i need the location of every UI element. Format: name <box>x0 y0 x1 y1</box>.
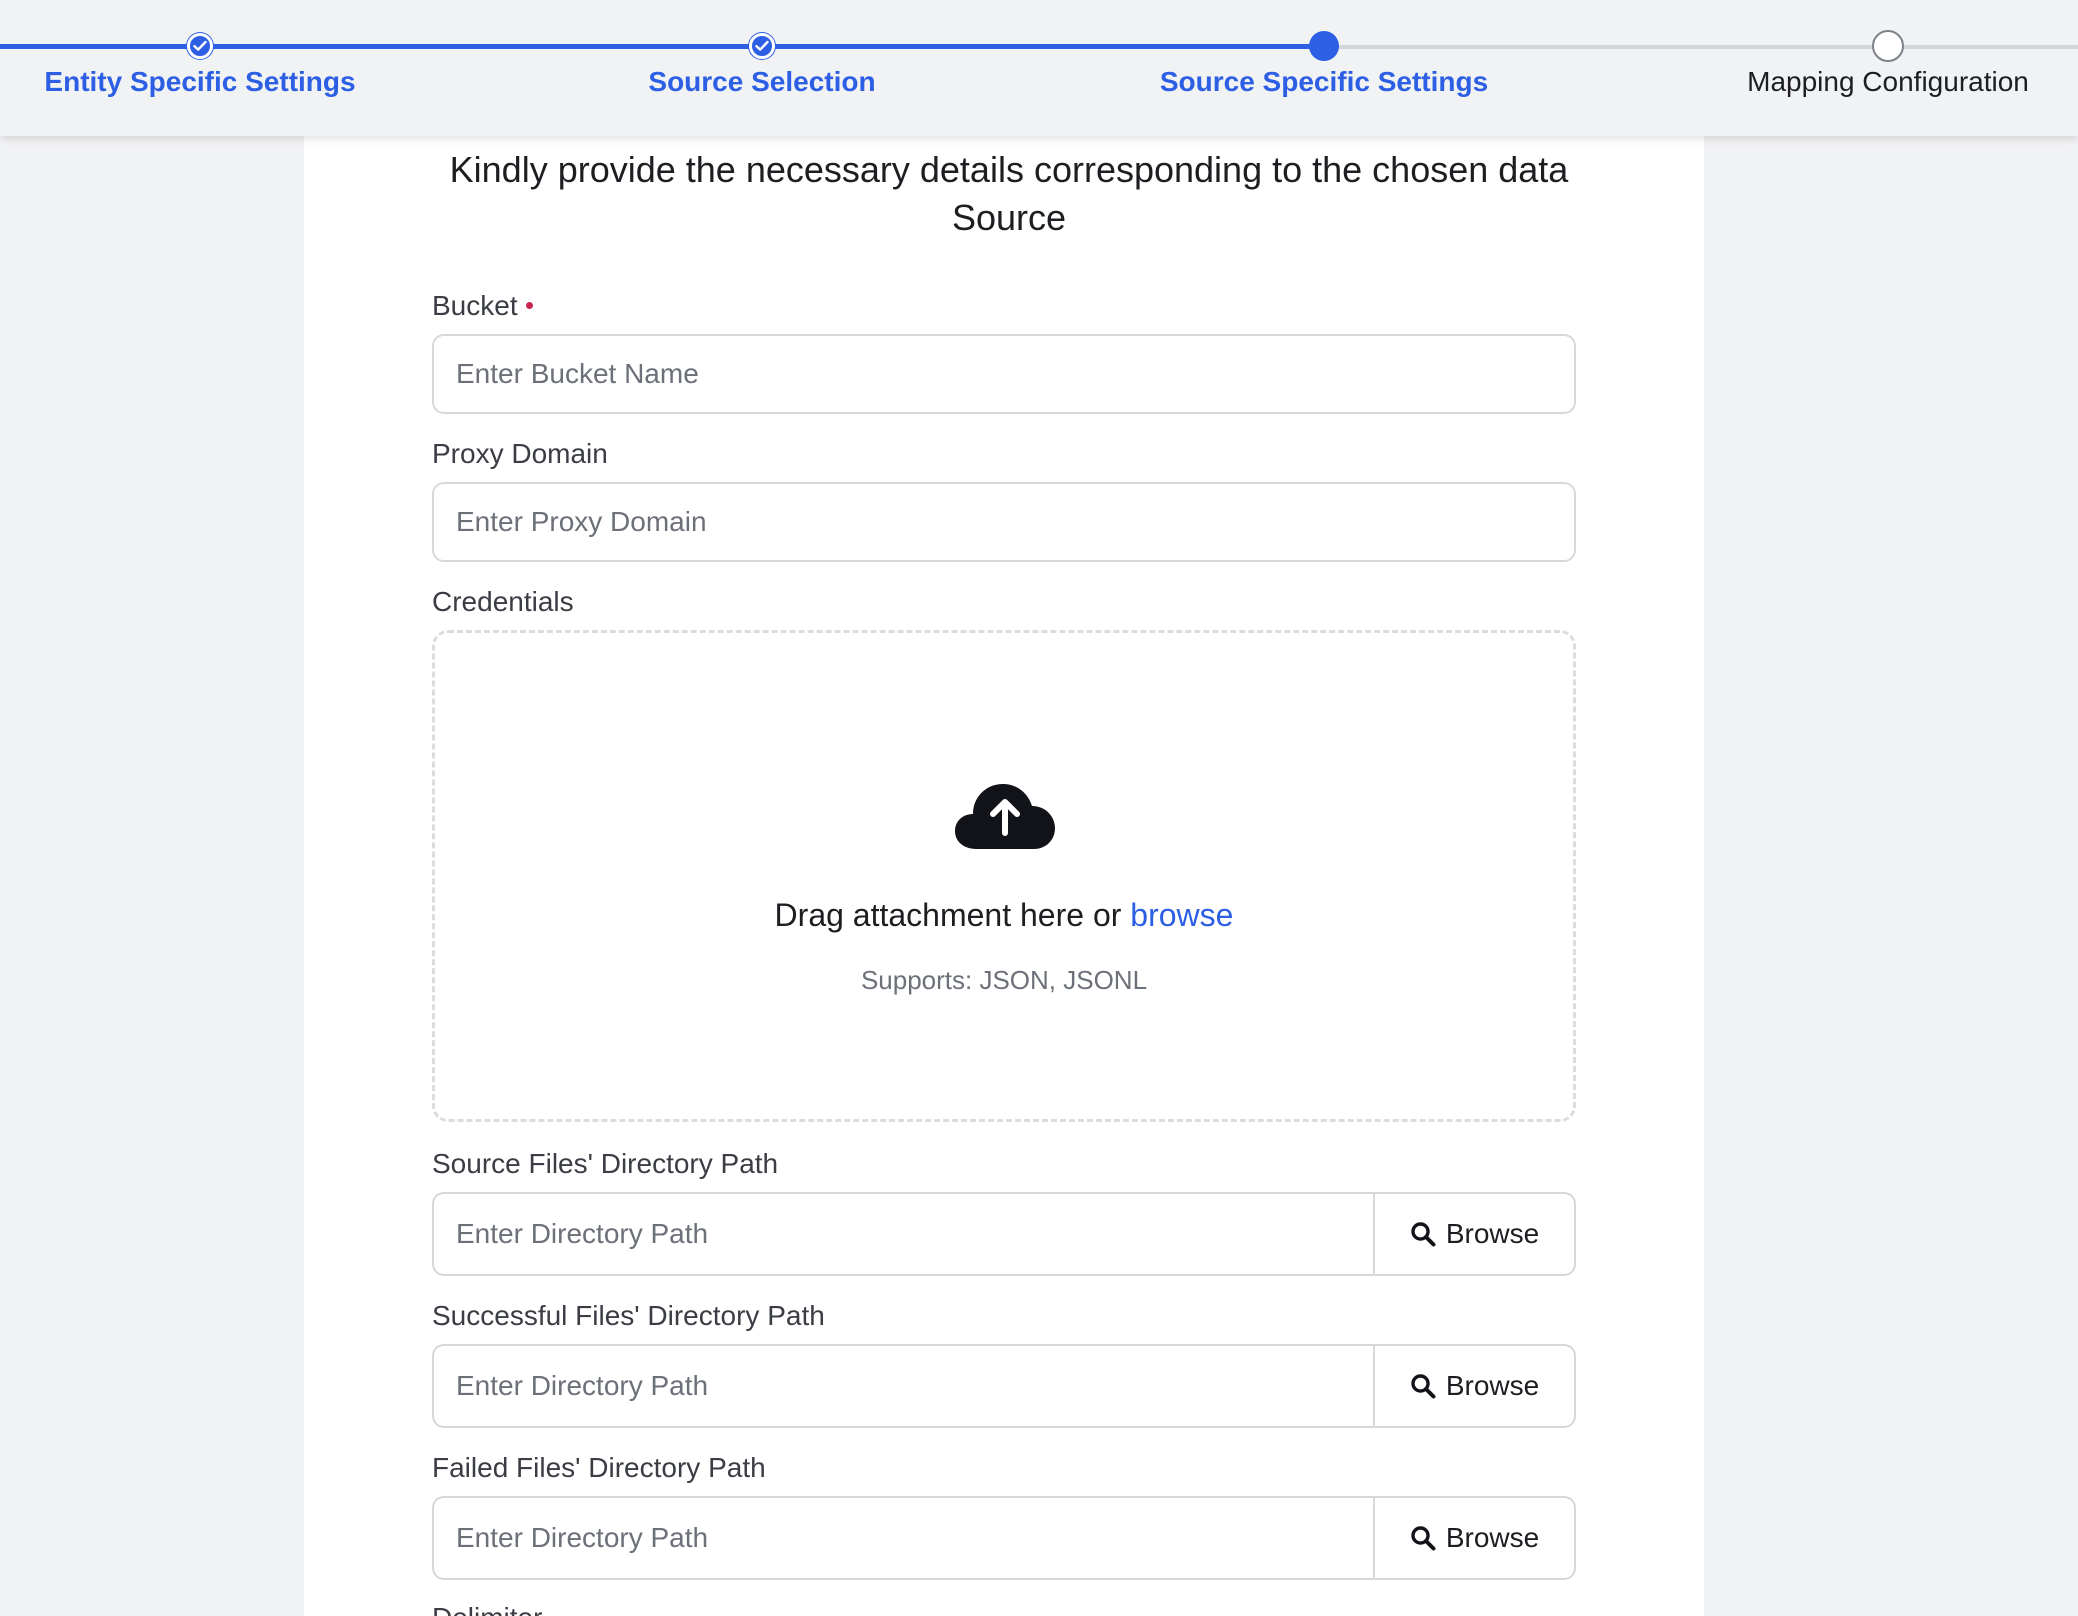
source-dir-input[interactable] <box>432 1192 1373 1276</box>
progress-stepper: Entity Specific Settings Source Selectio… <box>0 0 2078 136</box>
failed-dir-label: Failed Files' Directory Path <box>432 1452 766 1483</box>
failed-dir-browse-button[interactable]: Browse <box>1373 1496 1576 1580</box>
success-dir-group: Browse <box>432 1344 1576 1428</box>
credentials-label: Credentials <box>432 586 574 617</box>
success-dir-browse-button[interactable]: Browse <box>1373 1344 1576 1428</box>
step-1-check-icon[interactable] <box>187 33 213 59</box>
step-2-check-icon[interactable] <box>749 33 775 59</box>
browse-button-label: Browse <box>1445 1218 1540 1249</box>
step-3-label: Source Specific Settings <box>1159 66 1489 97</box>
stepper-track-complete <box>200 44 762 49</box>
search-icon <box>1411 1526 1436 1551</box>
browse-button-label: Browse <box>1445 1370 1540 1401</box>
proxy-domain-label: Proxy Domain <box>432 438 608 469</box>
bucket-label: Bucket <box>432 290 533 322</box>
delimiter-label: Delimiter <box>432 1602 542 1616</box>
dropzone-instructions: Drag attachment here or browse <box>435 897 1573 934</box>
failed-dir-input[interactable] <box>432 1496 1373 1580</box>
form-heading: Kindly provide the necessary details cor… <box>449 149 1569 238</box>
stepper-track-pending <box>1886 45 2078 49</box>
step-3-current-dot <box>1309 31 1339 61</box>
bucket-input[interactable] <box>432 334 1576 414</box>
step-1-label[interactable]: Entity Specific Settings <box>44 66 355 98</box>
bucket-label-text: Bucket <box>432 290 518 321</box>
required-indicator <box>525 302 533 309</box>
stepper-track-complete <box>0 44 200 49</box>
cloud-upload-icon <box>955 784 1055 849</box>
supported-formats: Supports: JSON, JSONL <box>860 965 1148 995</box>
step-4-label: Mapping Configuration <box>1747 66 2029 97</box>
source-dir-browse-button[interactable]: Browse <box>1373 1192 1576 1276</box>
step-2-label[interactable]: Source Selection <box>648 66 875 98</box>
step-4-pending-dot <box>1872 30 1904 62</box>
browse-link[interactable]: browse <box>1130 897 1233 933</box>
search-icon <box>1411 1374 1436 1399</box>
stepper-track-pending <box>1324 45 1886 49</box>
source-dir-group: Browse <box>432 1192 1576 1276</box>
drag-text: Drag attachment here or <box>774 897 1122 933</box>
source-settings-card: Kindly provide the necessary details cor… <box>304 136 1704 1616</box>
source-dir-label: Source Files' Directory Path <box>432 1148 779 1179</box>
failed-dir-group: Browse <box>432 1496 1576 1580</box>
search-icon <box>1411 1222 1436 1247</box>
success-dir-input[interactable] <box>432 1344 1373 1428</box>
success-dir-label: Successful Files' Directory Path <box>432 1300 825 1331</box>
browse-button-label: Browse <box>1445 1522 1540 1553</box>
credentials-dropzone[interactable]: Drag attachment here or browse Supports:… <box>432 630 1576 1122</box>
stepper-track-complete <box>762 44 1324 49</box>
proxy-domain-input[interactable] <box>432 482 1576 562</box>
